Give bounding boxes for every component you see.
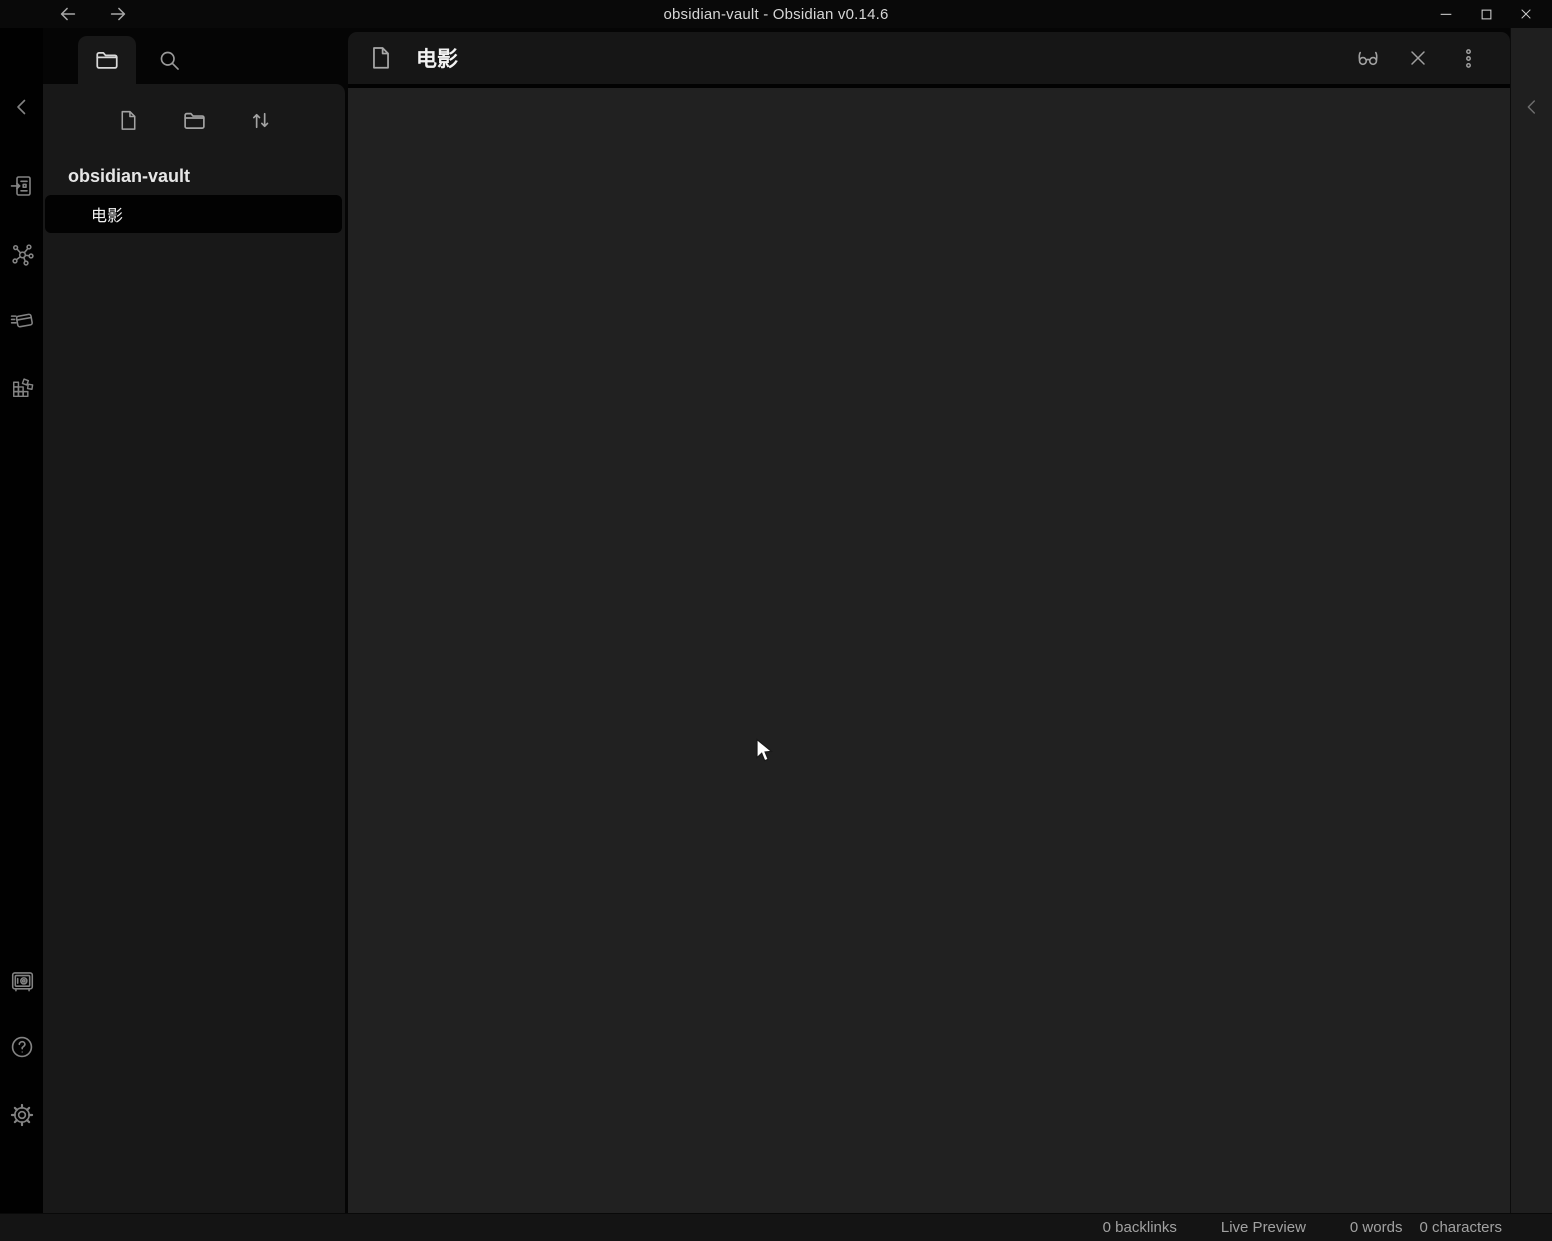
tab-file-explorer[interactable] bbox=[78, 36, 136, 84]
close-window-button[interactable] bbox=[1506, 0, 1546, 28]
open-another-vault-button[interactable] bbox=[9, 968, 35, 994]
graph-icon bbox=[10, 242, 35, 267]
close-icon bbox=[1518, 6, 1534, 22]
expand-right-sidebar-button[interactable] bbox=[1519, 94, 1545, 120]
more-options-button[interactable] bbox=[1450, 40, 1486, 76]
folder-icon bbox=[94, 47, 120, 73]
window-controls bbox=[1426, 0, 1546, 28]
presentation-button[interactable] bbox=[9, 307, 35, 333]
help-button[interactable] bbox=[9, 1034, 35, 1060]
note-title: 电影 bbox=[416, 43, 458, 73]
search-icon bbox=[157, 48, 182, 73]
slides-icon bbox=[10, 308, 35, 333]
note-file-icon bbox=[368, 45, 394, 71]
file-item-selected[interactable]: 电影 bbox=[45, 195, 342, 233]
obsidian-window: obsidian-vault - Obsidian v0.14.6 bbox=[0, 0, 1552, 1241]
help-icon bbox=[9, 1034, 35, 1060]
vault-name[interactable]: obsidian-vault bbox=[68, 166, 345, 187]
reading-view-button[interactable] bbox=[1350, 40, 1386, 76]
minimize-button[interactable] bbox=[1426, 0, 1466, 28]
new-note-button[interactable] bbox=[108, 102, 148, 138]
tab-search[interactable] bbox=[140, 36, 198, 84]
collapse-left-sidebar-button[interactable] bbox=[9, 94, 35, 120]
close-x-icon bbox=[1406, 46, 1430, 70]
new-folder-button[interactable] bbox=[174, 102, 214, 138]
blocks-button[interactable] bbox=[9, 375, 35, 401]
maximize-icon bbox=[1479, 7, 1494, 22]
editor-mode-indicator[interactable]: Live Preview bbox=[1221, 1219, 1306, 1236]
back-button[interactable] bbox=[54, 2, 82, 26]
vault-icon bbox=[10, 969, 35, 994]
chevron-left-icon bbox=[10, 95, 34, 119]
go-to-file-icon bbox=[10, 174, 34, 198]
left-ribbon bbox=[0, 28, 43, 1213]
workspace: obsidian-vault 电影 电影 bbox=[0, 28, 1552, 1213]
left-sidebar: obsidian-vault 电影 bbox=[43, 28, 345, 1213]
quick-switcher-button[interactable] bbox=[9, 173, 35, 199]
blocks-grid-icon bbox=[10, 376, 35, 401]
character-count: 0 characters bbox=[1419, 1219, 1502, 1236]
graph-view-button[interactable] bbox=[9, 241, 35, 267]
kebab-menu-icon bbox=[1457, 47, 1480, 70]
new-folder-icon bbox=[182, 108, 207, 133]
gear-icon bbox=[9, 1102, 35, 1128]
sort-order-button[interactable] bbox=[240, 102, 280, 138]
view-header: 电影 bbox=[348, 32, 1510, 84]
file-item-label: 电影 bbox=[91, 202, 123, 226]
file-explorer-panel: obsidian-vault 电影 bbox=[43, 84, 345, 1213]
word-count: 0 words bbox=[1350, 1219, 1403, 1236]
window-title: obsidian-vault - Obsidian v0.14.6 bbox=[663, 6, 888, 23]
new-file-icon bbox=[117, 109, 140, 132]
sidebar-tab-strip bbox=[43, 28, 345, 84]
backlinks-count[interactable]: 0 backlinks bbox=[1103, 1219, 1177, 1236]
mouse-cursor bbox=[755, 738, 774, 766]
editor-content[interactable] bbox=[348, 88, 1510, 1213]
arrow-left-icon bbox=[57, 3, 79, 25]
glasses-icon bbox=[1355, 45, 1381, 71]
titlebar: obsidian-vault - Obsidian v0.14.6 bbox=[0, 0, 1552, 28]
file-explorer-actions bbox=[43, 96, 345, 144]
minimize-icon bbox=[1438, 6, 1454, 22]
forward-button[interactable] bbox=[104, 2, 132, 26]
history-nav bbox=[54, 0, 132, 28]
chevron-left-small-icon bbox=[1521, 96, 1543, 118]
settings-button[interactable] bbox=[9, 1102, 35, 1128]
status-bar: 0 backlinks Live Preview 0 words 0 chara… bbox=[0, 1213, 1552, 1241]
arrow-right-icon bbox=[107, 3, 129, 25]
close-tab-button[interactable] bbox=[1400, 40, 1436, 76]
editor-pane: 电影 bbox=[348, 28, 1510, 1213]
right-sidebar-strip bbox=[1510, 28, 1552, 1213]
sort-arrows-icon bbox=[248, 108, 273, 133]
maximize-button[interactable] bbox=[1466, 0, 1506, 28]
